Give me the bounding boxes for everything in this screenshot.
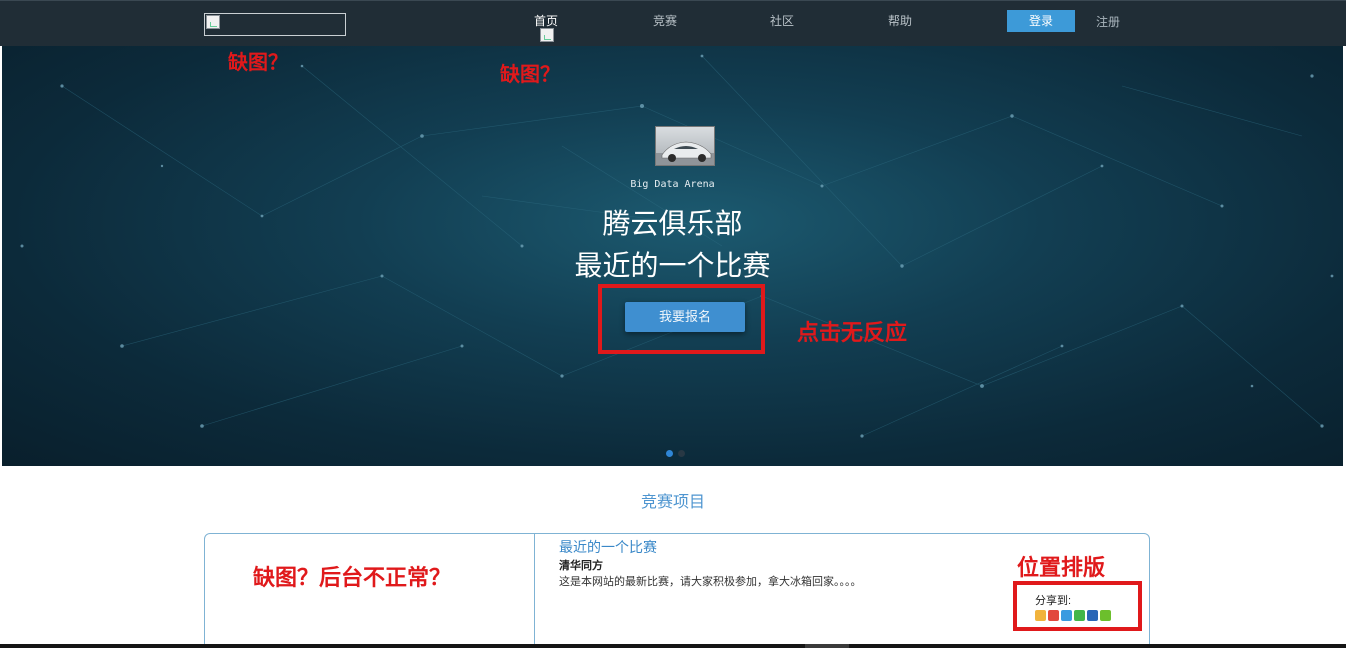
hero-subtitle: Big Data Arena bbox=[630, 179, 715, 190]
weibo-icon[interactable] bbox=[1048, 610, 1059, 621]
annotation-nav-missing: 缺图？ bbox=[500, 64, 560, 86]
horizontal-scrollbar[interactable] bbox=[0, 644, 1346, 648]
renren-icon[interactable] bbox=[1087, 610, 1098, 621]
nav-help[interactable]: 帮助 bbox=[888, 12, 912, 29]
register-link[interactable]: 注册 bbox=[1096, 13, 1120, 30]
nav-community[interactable]: 社区 bbox=[770, 12, 794, 29]
hero-banner: Big Data Arena 腾云俱乐部 最近的一个比赛 我要报名 bbox=[2, 46, 1343, 466]
competition-organizer: 清华同方 bbox=[559, 560, 603, 572]
competition-card[interactable] bbox=[204, 533, 1150, 648]
broken-image-icon bbox=[540, 28, 554, 42]
nav-home[interactable]: 首页 bbox=[534, 12, 558, 29]
competition-description: 这是本网站的最新比赛，请大家积极参加，拿大冰箱回家。。。。 bbox=[559, 576, 862, 588]
carousel-dot-active[interactable] bbox=[666, 450, 673, 457]
hero-title-club: 腾云俱乐部 bbox=[602, 207, 743, 240]
site-logo[interactable] bbox=[204, 13, 346, 36]
more-share-icon[interactable] bbox=[1100, 610, 1111, 621]
scrollbar-thumb[interactable] bbox=[805, 644, 849, 648]
share-icons bbox=[1035, 610, 1111, 621]
broken-image-icon bbox=[206, 15, 220, 29]
share-label: 分享到: bbox=[1035, 595, 1072, 607]
hero-title-competition: 最近的一个比赛 bbox=[574, 249, 771, 282]
nav-competition[interactable]: 竞赛 bbox=[653, 12, 677, 29]
featured-car-image bbox=[655, 126, 715, 166]
annotation-signup-box bbox=[598, 284, 765, 354]
annotation-logo-missing: 缺图？ bbox=[228, 52, 288, 74]
competition-title-link[interactable]: 最近的一个比赛 bbox=[559, 537, 657, 557]
tencent-weibo-icon[interactable] bbox=[1061, 610, 1072, 621]
login-button[interactable]: 登录 bbox=[1007, 10, 1075, 32]
carousel-dot[interactable] bbox=[678, 450, 685, 457]
qzone-icon[interactable] bbox=[1035, 610, 1046, 621]
annotation-no-response: 点击无反应 bbox=[797, 320, 908, 345]
wechat-icon[interactable] bbox=[1074, 610, 1085, 621]
top-navbar: 首页 竞赛 社区 帮助 登录 注册 bbox=[0, 0, 1346, 46]
card-divider bbox=[534, 533, 535, 648]
section-title: 竞赛项目 bbox=[640, 492, 705, 511]
